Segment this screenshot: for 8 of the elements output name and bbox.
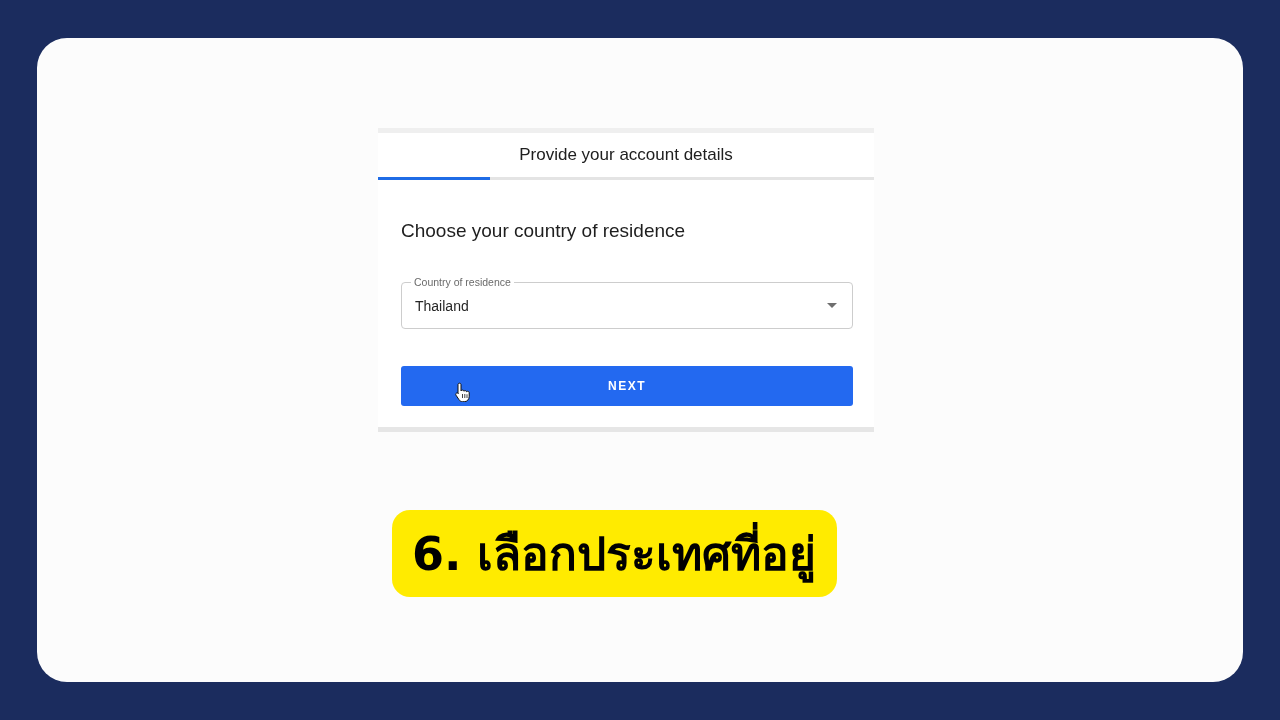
form-heading: Choose your country of residence — [401, 219, 687, 243]
hand-cursor-icon — [455, 382, 470, 402]
country-select[interactable]: Country of residence Thailand — [401, 276, 853, 329]
field-label: Country of residence — [413, 276, 512, 288]
next-button[interactable]: NEXT — [401, 366, 853, 406]
step-title: Provide your account details — [519, 145, 733, 165]
caption-label: 6. เลือกประเทศที่อยู่ — [392, 510, 837, 597]
dropdown-caret-icon — [827, 303, 837, 308]
